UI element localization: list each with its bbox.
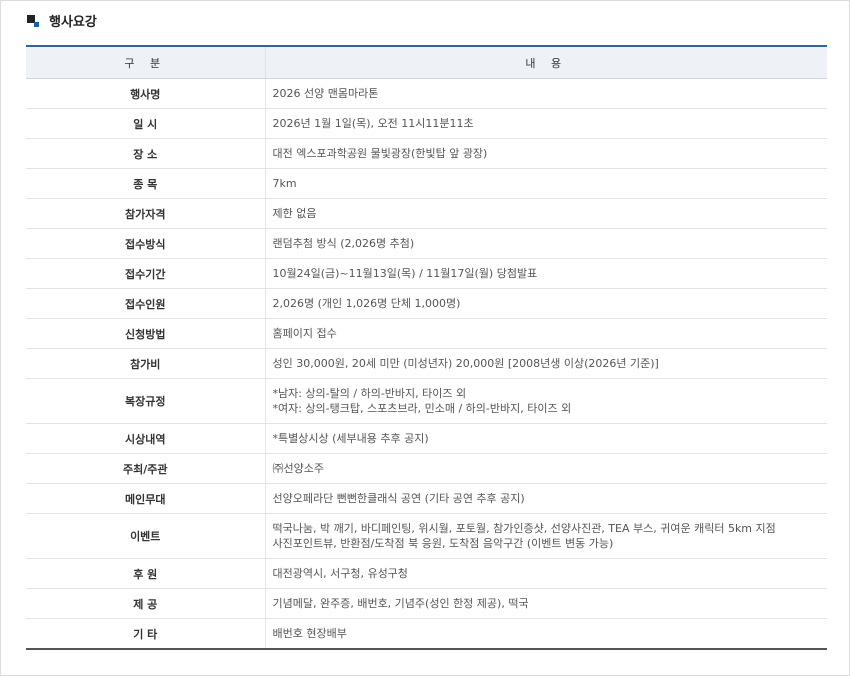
table-row: 접수인원 2,026명 (개인 1,026명 단체 1,000명) xyxy=(26,288,827,319)
row-value: 떡국나눔, 박 깨기, 바디페인팅, 위시월, 포토월, 참가인증샷, 선양사진… xyxy=(265,513,827,559)
value-line: 홈페이지 접수 xyxy=(272,327,337,340)
value-line: 사진포인트뷰, 반환점/도착점 북 응원, 도착점 음악구간 (이벤트 변동 가… xyxy=(272,537,614,550)
table-row: 일 시 2026년 1월 1일(목), 오전 11시11분11초 xyxy=(26,108,827,139)
table-header-row: 구 분 내 용 xyxy=(26,46,827,79)
row-label: 이벤트 xyxy=(26,513,266,559)
row-value: 7km xyxy=(265,168,827,199)
value-line: 제한 없음 xyxy=(272,207,317,220)
value-line: 선양오페라단 뻔뻔한클래식 공연 (기타 공연 추후 공지) xyxy=(272,492,525,505)
value-line: 기념메달, 완주증, 배번호, 기념주(성인 한정 제공), 떡국 xyxy=(272,597,529,610)
row-value: 선양오페라단 뻔뻔한클래식 공연 (기타 공연 추후 공지) xyxy=(265,483,827,514)
row-value: 배번호 현장배부 xyxy=(265,619,827,650)
row-label: 종 목 xyxy=(26,168,266,199)
row-label: 메인무대 xyxy=(26,483,266,514)
row-value: 제한 없음 xyxy=(265,198,827,229)
table-row: 접수방식 랜덤추첨 방식 (2,026명 추첨) xyxy=(26,228,827,259)
value-line: 랜덤추첨 방식 (2,026명 추첨) xyxy=(272,237,415,250)
row-label: 신청방법 xyxy=(26,318,266,349)
table-row: 기 타 배번호 현장배부 xyxy=(26,618,827,650)
row-label: 접수기간 xyxy=(26,258,266,289)
value-line: 2026 선양 맨몸마라톤 xyxy=(272,87,379,100)
value-line: ㈜선양소주 xyxy=(272,462,324,475)
table-row: 행사명 2026 선양 맨몸마라톤 xyxy=(26,78,827,109)
row-label: 기 타 xyxy=(26,618,266,649)
table-row: 후 원 대전광역시, 서구청, 유성구청 xyxy=(26,558,827,589)
table-row: 이벤트 떡국나눔, 박 깨기, 바디페인팅, 위시월, 포토월, 참가인증샷, … xyxy=(26,513,827,559)
row-value: 대전광역시, 서구청, 유성구청 xyxy=(265,558,827,589)
row-value: 홈페이지 접수 xyxy=(265,318,827,349)
value-line: 대전광역시, 서구청, 유성구청 xyxy=(272,567,408,580)
square-bullet-icon xyxy=(27,14,39,27)
row-value: 대전 엑스포과학공원 물빛광장(한빛탑 앞 광장) xyxy=(265,138,827,169)
table-row: 제 공 기념메달, 완주증, 배번호, 기념주(성인 한정 제공), 떡국 xyxy=(26,588,827,619)
row-label: 참가자격 xyxy=(26,198,266,229)
value-line: *특별상시상 (세부내용 추후 공지) xyxy=(272,432,429,445)
table-row: 신청방법 홈페이지 접수 xyxy=(26,318,827,349)
value-line: *남자: 상의-탈의 / 하의-반바지, 타이즈 외 xyxy=(272,387,467,400)
row-value: 성인 30,000원, 20세 미만 (미성년자) 20,000원 [2008년… xyxy=(265,348,827,379)
row-label: 복장규정 xyxy=(26,378,266,424)
row-label: 행사명 xyxy=(26,78,266,109)
row-label: 후 원 xyxy=(26,558,266,589)
row-value: 2026년 1월 1일(목), 오전 11시11분11초 xyxy=(265,108,827,139)
row-value: ㈜선양소주 xyxy=(265,453,827,484)
table-row: 시상내역 *특별상시상 (세부내용 추후 공지) xyxy=(26,423,827,454)
row-label: 제 공 xyxy=(26,588,266,619)
section-title: 행사요강 xyxy=(27,11,97,30)
value-line: 대전 엑스포과학공원 물빛광장(한빛탑 앞 광장) xyxy=(272,147,488,160)
row-label: 참가비 xyxy=(26,348,266,379)
value-line: 7km xyxy=(272,177,297,190)
value-line: 2026년 1월 1일(목), 오전 11시11분11초 xyxy=(272,117,474,130)
table-row: 주최/주관 ㈜선양소주 xyxy=(26,453,827,484)
row-label: 접수인원 xyxy=(26,288,266,319)
table-row: 종 목 7km xyxy=(26,168,827,199)
table-row: 참가비 성인 30,000원, 20세 미만 (미성년자) 20,000원 [2… xyxy=(26,348,827,379)
row-value: 2,026명 (개인 1,026명 단체 1,000명) xyxy=(265,288,827,319)
table-row: 장 소 대전 엑스포과학공원 물빛광장(한빛탑 앞 광장) xyxy=(26,138,827,169)
row-label: 시상내역 xyxy=(26,423,266,454)
value-line: 떡국나눔, 박 깨기, 바디페인팅, 위시월, 포토월, 참가인증샷, 선양사진… xyxy=(272,522,776,535)
header-content: 내 용 xyxy=(265,46,827,79)
header-category: 구 분 xyxy=(26,46,266,79)
row-label: 주최/주관 xyxy=(26,453,266,484)
row-label: 장 소 xyxy=(26,138,266,169)
row-value: 기념메달, 완주증, 배번호, 기념주(성인 한정 제공), 떡국 xyxy=(265,588,827,619)
row-value: *특별상시상 (세부내용 추후 공지) xyxy=(265,423,827,454)
table-row: 메인무대 선양오페라단 뻔뻔한클래식 공연 (기타 공연 추후 공지) xyxy=(26,483,827,514)
row-label: 일 시 xyxy=(26,108,266,139)
table-row: 복장규정 *남자: 상의-탈의 / 하의-반바지, 타이즈 외 *여자: 상의-… xyxy=(26,378,827,424)
value-line: 2,026명 (개인 1,026명 단체 1,000명) xyxy=(272,297,461,310)
value-line: 성인 30,000원, 20세 미만 (미성년자) 20,000원 [2008년… xyxy=(272,357,659,370)
row-value: 10월24일(금)~11월13일(목) / 11월17일(월) 당첨발표 xyxy=(265,258,827,289)
row-value: 2026 선양 맨몸마라톤 xyxy=(265,78,827,109)
table-row: 접수기간 10월24일(금)~11월13일(목) / 11월17일(월) 당첨발… xyxy=(26,258,827,289)
value-line: *여자: 상의-탱크탑, 스포츠브라, 민소매 / 하의-반바지, 타이즈 외 xyxy=(272,402,572,415)
table-row: 참가자격 제한 없음 xyxy=(26,198,827,229)
value-line: 10월24일(금)~11월13일(목) / 11월17일(월) 당첨발표 xyxy=(272,267,538,280)
row-value: *남자: 상의-탈의 / 하의-반바지, 타이즈 외 *여자: 상의-탱크탑, … xyxy=(265,378,827,424)
event-info-table: 구 분 내 용 행사명 2026 선양 맨몸마라톤 일 시 2026년 1월 1… xyxy=(26,45,827,650)
row-label: 접수방식 xyxy=(26,228,266,259)
row-value: 랜덤추첨 방식 (2,026명 추첨) xyxy=(265,228,827,259)
section-title-text: 행사요강 xyxy=(49,15,97,30)
value-line: 배번호 현장배부 xyxy=(272,627,347,640)
